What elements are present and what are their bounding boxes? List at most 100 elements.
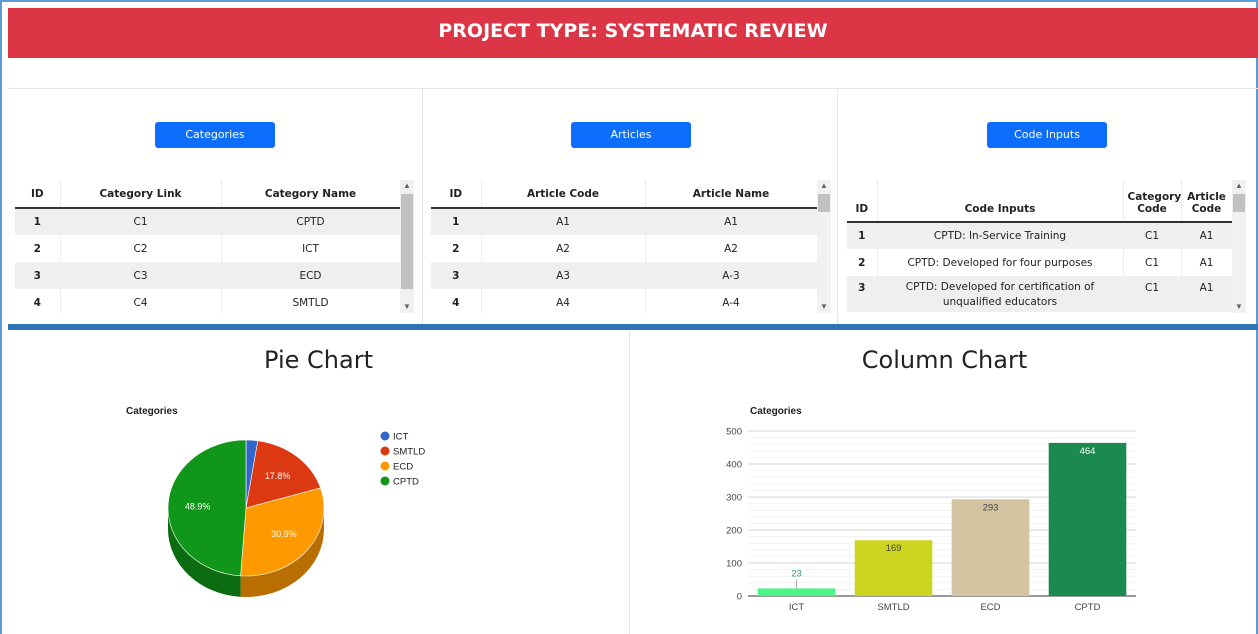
code-inputs-panel: Code Inputs ID Code Inputs Category Code… xyxy=(838,89,1258,325)
table-cell: A1 xyxy=(1181,276,1232,312)
categories-table: ID Category Link Category Name 1 C1 CPTD 2… xyxy=(15,180,400,313)
table-cell: A3 xyxy=(481,262,646,289)
table-cell: 3 xyxy=(15,262,61,289)
column-header[interactable]: Category Code xyxy=(1123,180,1182,223)
table-cell: 4 xyxy=(15,289,61,313)
legend-marker xyxy=(380,431,390,441)
legend-label[interactable]: CPTD xyxy=(393,477,419,488)
scrollbar-thumb[interactable] xyxy=(1233,194,1245,212)
code-inputs-button[interactable]: Code Inputs xyxy=(987,122,1107,148)
table-cell: 3 xyxy=(847,276,878,312)
pie-slice-label: 48.9% xyxy=(185,502,211,512)
table-cell: A1 xyxy=(1181,222,1232,249)
column-header[interactable]: ID xyxy=(847,180,878,223)
table-cell: C1 xyxy=(1123,249,1182,276)
legend-label[interactable]: ECD xyxy=(393,462,413,473)
categories-table-container[interactable]: ID Category Link Category Name 1 C1 CPTD 2… xyxy=(15,180,400,313)
articles-scrollbar[interactable]: ▲ ▼ xyxy=(817,180,831,313)
table-header-row: ID Code Inputs Category Code Article Cod… xyxy=(847,180,1232,223)
table-cell: 1 xyxy=(847,222,878,249)
code-inputs-table-container[interactable]: ID Code Inputs Category Code Article Cod… xyxy=(847,180,1232,313)
table-row[interactable]: 2 C2 ICT xyxy=(15,235,400,262)
articles-table-container[interactable]: ID Article Code Article Name 1 A1 A1 2 A2 A2… xyxy=(431,180,817,313)
articles-button[interactable]: Articles xyxy=(571,122,691,148)
column-header[interactable]: Article Name xyxy=(645,180,817,209)
scroll-down-arrow-icon[interactable]: ▼ xyxy=(1232,301,1246,313)
scroll-down-arrow-icon[interactable]: ▼ xyxy=(817,301,831,313)
column-header[interactable]: Category Link xyxy=(60,180,222,209)
table-row[interactable]: 1 A1 A1 xyxy=(431,208,817,235)
scrollbar-thumb[interactable] xyxy=(401,194,413,289)
column-bar[interactable] xyxy=(951,499,1030,596)
table-row[interactable]: 3 CPTD: Developed for certification of un… xyxy=(847,276,1232,312)
x-tick-label: ICT xyxy=(789,602,805,613)
column-chart-title: Categories xyxy=(750,406,802,417)
scroll-up-arrow-icon[interactable]: ▲ xyxy=(1232,180,1246,192)
y-tick-label: 300 xyxy=(726,493,742,504)
table-row[interactable]: 2 A2 A2 xyxy=(431,235,817,262)
table-cell: C2 xyxy=(60,235,222,262)
table-row[interactable]: 1 C1 CPTD xyxy=(15,208,400,235)
categories-scrollbar[interactable]: ▲ ▼ xyxy=(400,180,414,313)
table-cell: A-3 xyxy=(645,262,817,289)
pie-slice-label: 17.8% xyxy=(265,471,291,481)
scroll-down-arrow-icon[interactable]: ▼ xyxy=(400,301,414,313)
data-label: 293 xyxy=(983,502,999,513)
scroll-up-arrow-icon[interactable]: ▲ xyxy=(400,180,414,192)
table-cell: ECD xyxy=(221,262,400,289)
table-cell: A4 xyxy=(481,289,646,313)
table-cell: 3 xyxy=(431,262,482,289)
page-title: PROJECT TYPE: SYSTEMATIC REVIEW xyxy=(8,8,1258,58)
column-header[interactable]: ID xyxy=(15,180,61,209)
table-cell: CPTD: In-Service Training xyxy=(877,222,1124,249)
pie-chart-section: Pie Chart Categories 17.8% 30.9% 48.9% ICT SM… xyxy=(8,330,630,634)
table-cell: A-4 xyxy=(645,289,817,313)
table-cell: A1 xyxy=(1181,249,1232,276)
legend-marker xyxy=(380,461,390,471)
code-inputs-scrollbar[interactable]: ▲ ▼ xyxy=(1232,180,1246,313)
column-header[interactable]: Category Name xyxy=(221,180,400,209)
x-tick-label: SMTLD xyxy=(877,602,909,613)
table-row[interactable]: 4 C4 SMTLD xyxy=(15,289,400,313)
categories-panel: Categories ID Category Link Category Nam… xyxy=(8,89,423,325)
scroll-up-arrow-icon[interactable]: ▲ xyxy=(817,180,831,192)
table-cell: 2 xyxy=(15,235,61,262)
column-chart[interactable]: Categories 0 100 200 300 400 500 23 ICT 169 SMTLD 2… xyxy=(631,330,1258,634)
table-row[interactable]: 3 C3 ECD xyxy=(15,262,400,289)
categories-button[interactable]: Categories xyxy=(155,122,275,148)
column-bar[interactable] xyxy=(757,588,836,596)
column-header[interactable]: ID xyxy=(431,180,482,209)
legend-label[interactable]: ICT xyxy=(393,432,409,443)
pie-slice-label: 30.9% xyxy=(271,529,297,539)
table-cell: A2 xyxy=(481,235,646,262)
column-bar[interactable] xyxy=(1048,442,1127,596)
table-row[interactable]: 1 CPTD: In-Service Training C1 A1 xyxy=(847,222,1232,249)
table-row[interactable]: 2 CPTD: Developed for four purposes C1 A1 xyxy=(847,249,1232,276)
table-cell: CPTD: Developed for four purposes xyxy=(877,249,1124,276)
pie-chart[interactable]: Categories 17.8% 30.9% 48.9% ICT SMTLD ECD CPTD xyxy=(8,330,630,634)
x-tick-label: CPTD xyxy=(1075,602,1101,613)
table-header-row: ID Article Code Article Name xyxy=(431,180,817,209)
articles-panel: Articles ID Article Code Article Name 1A… xyxy=(423,89,838,325)
legend-marker xyxy=(380,446,390,456)
y-tick-label: 100 xyxy=(726,559,742,570)
table-cell: C1 xyxy=(1123,222,1182,249)
table-row[interactable]: 3 A3 A-3 xyxy=(431,262,817,289)
x-tick-label: ECD xyxy=(980,602,1000,613)
column-header[interactable]: Code Inputs xyxy=(877,180,1124,223)
table-header-row: ID Category Link Category Name xyxy=(15,180,400,209)
column-chart-section: Column Chart Categories 0 100 200 300 400 500 2… xyxy=(631,330,1258,634)
column-header[interactable]: Article Code xyxy=(1181,180,1232,223)
table-cell: CPTD xyxy=(221,208,400,235)
column-header[interactable]: Article Code xyxy=(481,180,646,209)
table-row[interactable]: 4 A4 A-4 xyxy=(431,289,817,313)
scrollbar-thumb[interactable] xyxy=(818,194,830,212)
y-tick-label: 200 xyxy=(726,526,742,537)
legend-label[interactable]: SMTLD xyxy=(393,447,425,458)
table-cell: 4 xyxy=(431,289,482,313)
table-cell: 1 xyxy=(15,208,61,235)
table-cell: A1 xyxy=(645,208,817,235)
table-cell: 2 xyxy=(431,235,482,262)
y-tick-label: 0 xyxy=(737,592,742,603)
table-cell: A1 xyxy=(481,208,646,235)
